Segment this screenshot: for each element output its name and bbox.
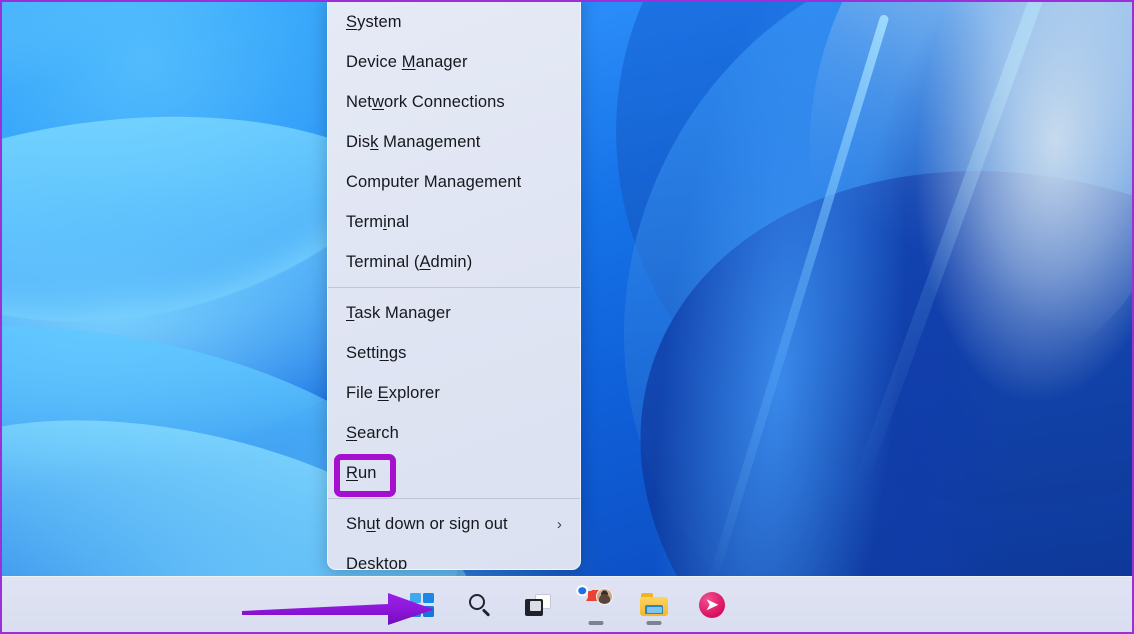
menu-item-terminal[interactable]: Terminal	[328, 202, 580, 242]
search-icon	[468, 593, 492, 617]
chrome-button[interactable]	[574, 583, 618, 627]
menu-item-computer-management[interactable]: Computer Management	[328, 162, 580, 202]
chevron-right-icon: ›	[557, 517, 566, 532]
avatar	[596, 588, 613, 605]
wallpaper-ribbon	[507, 2, 1132, 632]
pink-app-button[interactable]: ➤	[690, 583, 734, 627]
folder-icon	[640, 593, 668, 616]
menu-item-label: Task Manager	[346, 304, 451, 323]
menu-item-label: Search	[346, 424, 399, 443]
menu-item-label: Device Manager	[346, 53, 468, 72]
windows-logo-icon	[410, 593, 434, 617]
task-view-icon	[525, 594, 551, 616]
menu-item-desktop[interactable]: Desktop	[328, 544, 580, 570]
wallpaper-highlight	[705, 14, 889, 590]
taskbar: ➤	[2, 576, 1132, 632]
win-x-power-user-menu: System Device Manager Network Connection…	[327, 0, 581, 570]
running-indicator	[647, 621, 662, 625]
menu-item-settings[interactable]: Settings	[328, 333, 580, 373]
menu-item-run[interactable]: Run	[328, 453, 580, 493]
menu-item-search[interactable]: Search	[328, 413, 580, 453]
menu-item-terminal-admin[interactable]: Terminal (Admin)	[328, 242, 580, 282]
menu-item-disk-management[interactable]: Disk Management	[328, 122, 580, 162]
menu-item-label: Terminal (Admin)	[346, 253, 472, 272]
wallpaper-ribbon	[770, 2, 1132, 411]
menu-item-label: Terminal	[346, 213, 409, 232]
menu-item-shut-down-or-sign-out[interactable]: Shut down or sign out ›	[328, 504, 580, 544]
menu-item-label: Disk Management	[346, 133, 481, 152]
menu-item-label: Network Connections	[346, 93, 505, 112]
menu-separator	[328, 498, 580, 499]
menu-item-device-manager[interactable]: Device Manager	[328, 42, 580, 82]
chrome-icon	[582, 591, 610, 619]
menu-item-network-connections[interactable]: Network Connections	[328, 82, 580, 122]
running-indicator	[589, 621, 604, 625]
menu-item-label: Shut down or sign out	[346, 515, 508, 534]
menu-separator	[328, 287, 580, 288]
menu-item-label: Run	[346, 464, 377, 483]
menu-item-task-manager[interactable]: Task Manager	[328, 293, 580, 333]
task-view-button[interactable]	[516, 583, 560, 627]
menu-item-label: Computer Management	[346, 173, 521, 192]
start-button[interactable]	[400, 583, 444, 627]
menu-item-label: Desktop	[346, 555, 407, 571]
menu-item-file-explorer[interactable]: File Explorer	[328, 373, 580, 413]
menu-group-system-tools: System Device Manager Network Connection…	[328, 0, 580, 570]
menu-item-label: File Explorer	[346, 384, 440, 403]
arrow-badge-icon: ➤	[699, 592, 725, 618]
file-explorer-button[interactable]	[632, 583, 676, 627]
screenshot-root: System Device Manager Network Connection…	[0, 0, 1134, 634]
menu-item-label: Settings	[346, 344, 406, 363]
search-button[interactable]	[458, 583, 502, 627]
taskbar-icon-group: ➤	[400, 583, 734, 627]
menu-item-system[interactable]: System	[328, 2, 580, 42]
wallpaper-highlight	[853, 2, 1058, 488]
wallpaper-ribbon	[556, 70, 1132, 632]
menu-item-label: System	[346, 13, 402, 32]
wallpaper-ribbon	[509, 2, 1132, 619]
